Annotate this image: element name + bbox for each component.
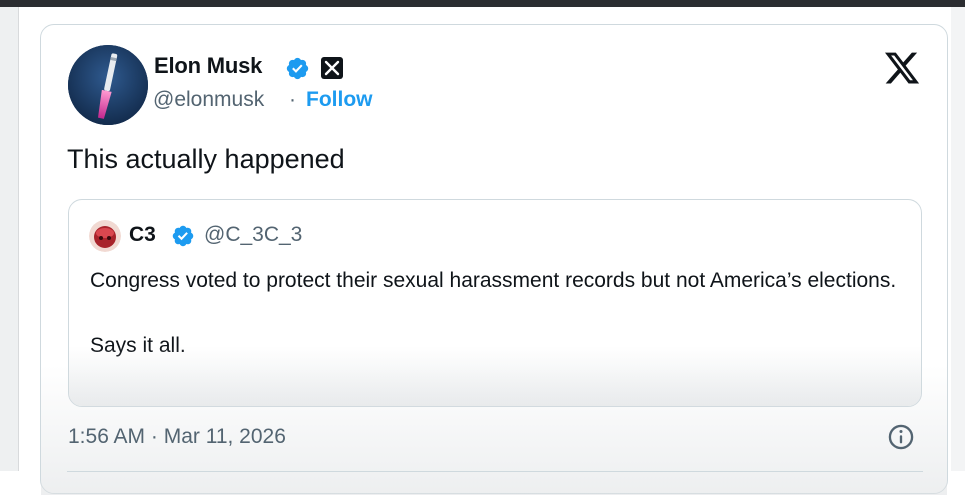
x-logo-icon[interactable]: [883, 49, 921, 87]
quoted-author-name[interactable]: C3: [129, 223, 156, 247]
quoted-author-handle[interactable]: @C_3C_3: [204, 223, 302, 247]
x-affiliate-badge-icon: [321, 57, 343, 79]
verified-badge-icon: [286, 57, 309, 80]
right-page-edge: [951, 7, 965, 471]
follow-button[interactable]: Follow: [306, 88, 373, 112]
tweet-timestamp[interactable]: 1:56 AM · Mar 11, 2026: [68, 425, 286, 449]
rocket-launch-avatar-icon: [68, 45, 148, 125]
quoted-tweet-line: Congress voted to protect their sexual h…: [90, 269, 897, 292]
tweet-text: This actually happened: [67, 144, 345, 174]
quoted-tweet-card[interactable]: C3 @C_3C_3 Congress voted to protect the…: [68, 199, 922, 407]
left-page-edge: [0, 7, 19, 471]
info-icon[interactable]: [887, 423, 915, 451]
quote-shading: [69, 346, 921, 406]
window-top-bar: [0, 0, 965, 7]
tweet-embed-card: Elon Musk @elonmusk · Follow This actual…: [40, 24, 948, 495]
footer-divider: [67, 471, 923, 472]
author-handle[interactable]: @elonmusk: [153, 88, 264, 112]
quoted-verified-badge-icon: [172, 225, 194, 247]
handle-separator: ·: [289, 88, 296, 111]
author-avatar[interactable]: [68, 45, 148, 125]
quoted-author-avatar[interactable]: [89, 220, 121, 252]
c3-avatar-icon: [89, 220, 121, 252]
author-name[interactable]: Elon Musk: [154, 53, 262, 79]
